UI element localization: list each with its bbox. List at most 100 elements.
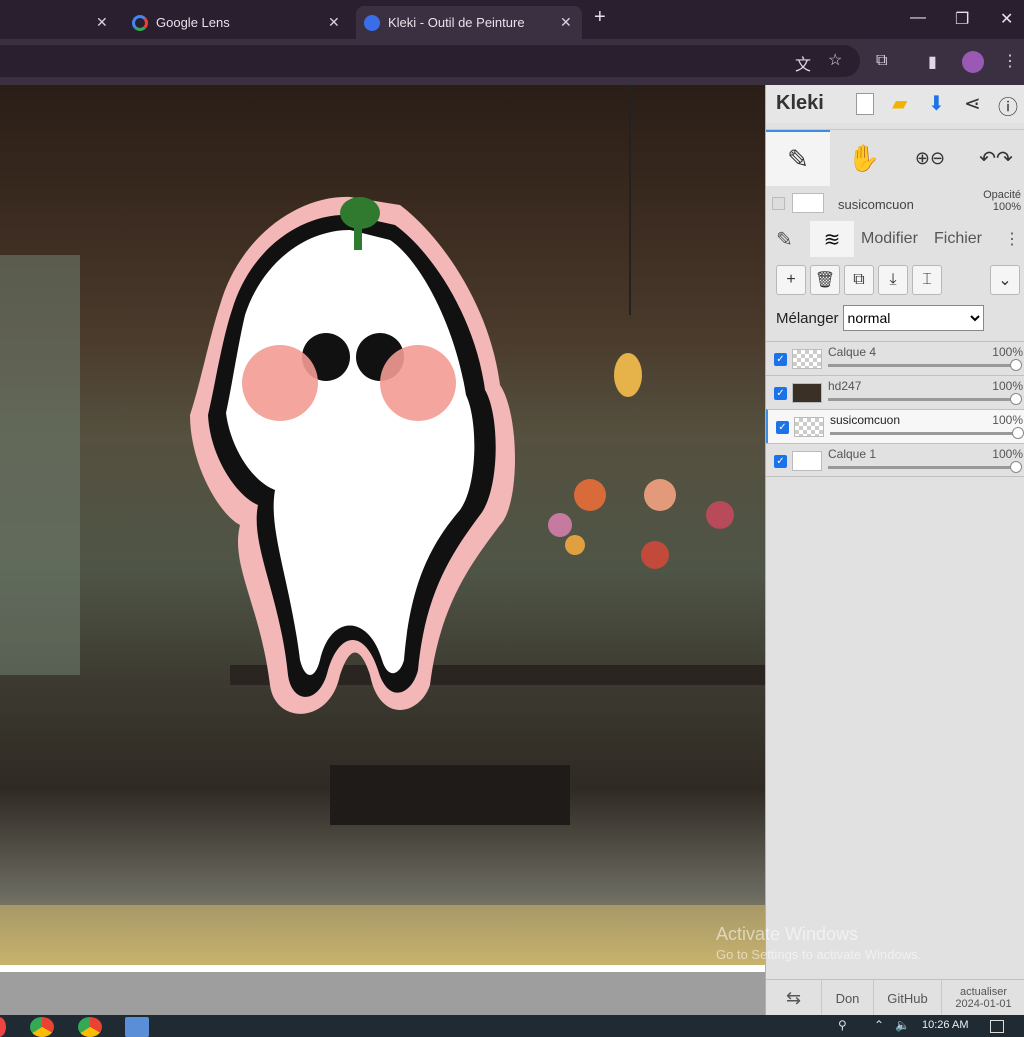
- kleki-icon: [364, 14, 380, 31]
- layer-visibility-checkbox[interactable]: ✓: [774, 455, 787, 468]
- tab-label: Kleki - Outil de Peinture: [388, 15, 525, 30]
- activate-windows-watermark: Activate Windows Go to Settings to activ…: [716, 924, 922, 962]
- layer-row-susicomcuon[interactable]: ✓ susicomcuon 100%: [766, 409, 1024, 443]
- extensions-icon[interactable]: ⧉: [876, 52, 887, 70]
- layer-thumbnail: [792, 349, 822, 369]
- swap-side-icon[interactable]: ⇆: [766, 980, 822, 1016]
- google-lens-icon: [132, 14, 148, 31]
- star-icon[interactable]: ☆: [828, 50, 842, 70]
- zoom-button[interactable]: ⊕⊖: [898, 130, 962, 186]
- canvas-edge: [0, 965, 765, 972]
- opacity-slider[interactable]: [828, 393, 1022, 405]
- chrome-icon[interactable]: [30, 1017, 54, 1037]
- kleki-logo: Kleki: [776, 92, 824, 114]
- open-folder-icon[interactable]: ▰: [892, 91, 907, 116]
- minimize-icon[interactable]: —: [910, 9, 926, 27]
- app-icon[interactable]: [0, 1017, 6, 1037]
- brush-tool-button[interactable]: ✎: [766, 130, 830, 186]
- restore-icon[interactable]: ❐: [955, 9, 969, 29]
- opacity-slider[interactable]: [830, 427, 1024, 439]
- slider-knob[interactable]: [1010, 393, 1022, 405]
- kleki-top-bar: Kleki ▰ ⬇ ⋖ ⓘ: [766, 85, 1024, 123]
- slider-knob[interactable]: [1010, 359, 1022, 371]
- layer-visibility-checkbox[interactable]: ✓: [774, 353, 787, 366]
- layer-visibility-checkbox[interactable]: ✓: [774, 387, 787, 400]
- brush-tab-icon[interactable]: ✎: [776, 221, 793, 257]
- kleki-side-panel: Kleki ▰ ⬇ ⋖ ⓘ ✎ ✋ ⊕⊖ ↶↷ susicomcuon Opac…: [765, 85, 1024, 1016]
- panel-tabs: ✎ ≋ Modifier Fichier ⋮: [766, 221, 1024, 257]
- update-link[interactable]: actualiser 2024-01-01: [942, 980, 1024, 1016]
- layer-name: Calque 4: [828, 345, 877, 359]
- layer-checkbox[interactable]: [772, 197, 785, 210]
- window-close-icon[interactable]: ✕: [1000, 9, 1013, 29]
- canvas-artwork: [0, 85, 765, 965]
- undo-icon: ↶↷: [979, 147, 1013, 170]
- translate-icon[interactable]: 文: [795, 51, 811, 75]
- layer-thumbnail: [792, 451, 822, 471]
- slider-knob[interactable]: [1012, 427, 1024, 439]
- donate-link[interactable]: Don: [822, 980, 874, 1016]
- github-link[interactable]: GitHub: [874, 980, 942, 1016]
- hand-icon: ✋: [847, 142, 881, 173]
- layer-name: hd247: [828, 379, 862, 393]
- slider-knob[interactable]: [1010, 461, 1022, 473]
- brush-icon: ✎: [787, 143, 809, 174]
- omnibox[interactable]: 文 ☆: [0, 45, 860, 77]
- taskbar: ⚲ ⌃ 🔈 10:26 AM: [0, 1015, 1024, 1037]
- expand-button[interactable]: ⌄: [990, 265, 1020, 295]
- blend-mode-row: Mélanger normal: [776, 305, 984, 331]
- new-tab-button[interactable]: +: [594, 6, 606, 29]
- notification-icon[interactable]: [990, 1020, 1004, 1033]
- avatar[interactable]: [962, 51, 984, 73]
- undo-redo-button[interactable]: ↶↷: [964, 130, 1024, 186]
- add-layer-button[interactable]: +: [776, 265, 806, 295]
- opacity-label: Opacité 100%: [983, 189, 1021, 213]
- layer-name: susicomcuon: [830, 413, 901, 427]
- help-icon[interactable]: ⓘ: [998, 91, 1018, 120]
- new-image-icon[interactable]: [856, 93, 874, 115]
- opacity-slider[interactable]: [828, 461, 1022, 473]
- network-icon[interactable]: ⚲: [838, 1018, 847, 1032]
- side-panel-icon[interactable]: ▮: [928, 52, 937, 72]
- close-icon[interactable]: ✕: [328, 14, 340, 31]
- current-layer-name: susicomcuon: [838, 197, 914, 212]
- duplicate-layer-button[interactable]: ⧉: [844, 265, 874, 295]
- more-icon[interactable]: ⋮: [1004, 221, 1020, 257]
- layer-row-calque-4[interactable]: ✓ Calque 4 100%: [766, 341, 1024, 375]
- blend-label: Mélanger: [776, 309, 839, 327]
- volume-icon[interactable]: 🔈: [895, 1018, 910, 1032]
- layer-visibility-checkbox[interactable]: ✓: [776, 421, 789, 434]
- chrome-icon[interactable]: [78, 1017, 102, 1037]
- blend-mode-select[interactable]: normal: [842, 305, 984, 331]
- tab-label: Google Lens: [156, 15, 230, 30]
- browser-tab-bar: ✕ Google Lens ✕ Kleki - Outil de Peintur…: [0, 0, 1024, 39]
- tab-modifier[interactable]: Modifier: [861, 221, 918, 257]
- layer-row-calque-1[interactable]: ✓ Calque 1 100%: [766, 443, 1024, 477]
- layer-row-hd247[interactable]: ✓ hd247 100%: [766, 375, 1024, 409]
- layer-thumbnail: [792, 383, 822, 403]
- rename-layer-button[interactable]: ⌶: [912, 265, 942, 295]
- photos-icon[interactable]: [125, 1017, 149, 1037]
- tool-row: ✎ ✋ ⊕⊖ ↶↷: [766, 129, 1024, 186]
- opacity-slider[interactable]: [828, 359, 1022, 371]
- delete-layer-button[interactable]: 🗑: [810, 265, 840, 295]
- layer-thumbnail: [792, 193, 824, 213]
- share-icon[interactable]: ⋖: [964, 91, 981, 116]
- close-icon[interactable]: ✕: [560, 14, 572, 31]
- layer-opacity: 100%: [992, 447, 1023, 461]
- close-icon[interactable]: ✕: [96, 14, 108, 31]
- layers-tab-icon[interactable]: ≋: [810, 221, 854, 257]
- layer-name: Calque 1: [828, 447, 877, 461]
- download-icon[interactable]: ⬇: [928, 91, 945, 116]
- drawing-canvas[interactable]: [0, 85, 765, 1015]
- tab-fichier[interactable]: Fichier: [934, 221, 982, 257]
- tab-google-lens[interactable]: Google Lens ✕: [122, 6, 350, 39]
- merge-down-button[interactable]: ⤓: [878, 265, 908, 295]
- hand-tool-button[interactable]: ✋: [832, 130, 896, 186]
- menu-icon[interactable]: ⋮: [1002, 51, 1018, 71]
- zoom-icon: ⊕⊖: [914, 147, 946, 168]
- current-layer-header: susicomcuon Opacité 100%: [766, 189, 1024, 219]
- clock[interactable]: 10:26 AM: [922, 1019, 968, 1031]
- tab-kleki[interactable]: Kleki - Outil de Peinture ✕: [356, 6, 582, 39]
- tray-chevron-icon[interactable]: ⌃: [874, 1018, 884, 1032]
